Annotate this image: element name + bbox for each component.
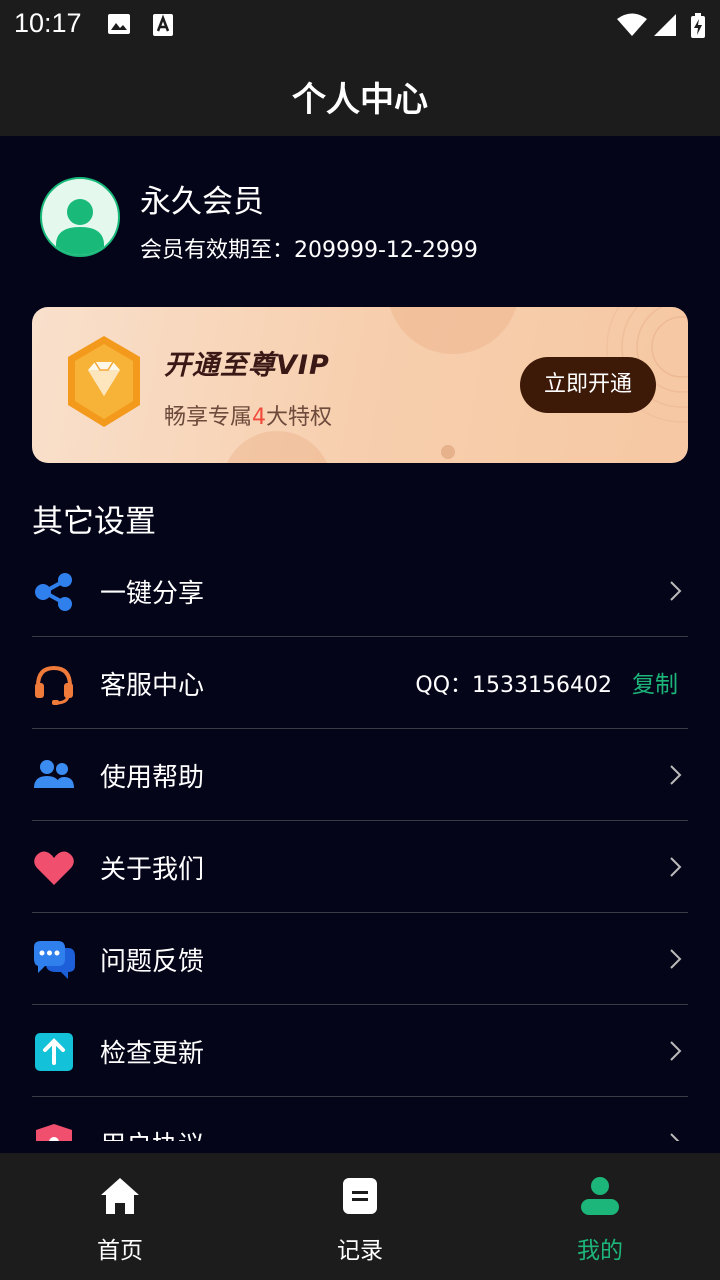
tab-label: 我的 bbox=[577, 1238, 623, 1264]
banner-decoration bbox=[222, 431, 332, 463]
tab-label: 首页 bbox=[97, 1238, 143, 1264]
menu-item-customer-service[interactable]: 客服中心 QQ：1533156402 复制 bbox=[32, 637, 688, 729]
avatar[interactable] bbox=[40, 177, 120, 257]
chevron-right-icon bbox=[670, 949, 682, 969]
tab-mine[interactable]: 我的 bbox=[480, 1153, 720, 1280]
menu-item-share[interactable]: 一键分享 bbox=[32, 545, 688, 637]
menu-item-update[interactable]: 检查更新 bbox=[32, 1005, 688, 1097]
menu-item-about[interactable]: 关于我们 bbox=[32, 821, 688, 913]
menu-label: 一键分享 bbox=[100, 579, 205, 609]
vip-subtitle: 畅享专属4大特权 bbox=[164, 399, 332, 431]
settings-menu: 一键分享 客服中心 QQ：1533156402 复制 使用帮助 关于我们 问题反… bbox=[32, 545, 688, 1141]
menu-label: 关于我们 bbox=[100, 855, 205, 885]
share-icon bbox=[35, 573, 72, 611]
status-time: 10:17 bbox=[14, 8, 82, 38]
chevron-right-icon bbox=[670, 1133, 680, 1141]
record-icon bbox=[343, 1178, 377, 1214]
menu-item-help[interactable]: 使用帮助 bbox=[32, 729, 688, 821]
heart-icon bbox=[34, 851, 74, 885]
menu-label: 用户协议 bbox=[100, 1125, 204, 1141]
bottom-tab-bar: 首页 记录 我的 bbox=[0, 1153, 720, 1280]
title-bar: 个人中心 bbox=[0, 50, 720, 136]
battery-icon bbox=[691, 13, 705, 38]
member-expiry: 会员有效期至：209999-12-2999 bbox=[140, 238, 478, 263]
menu-label: 问题反馈 bbox=[100, 947, 205, 977]
member-name: 永久会员 bbox=[140, 184, 264, 220]
open-vip-button[interactable]: 立即开通 bbox=[520, 357, 656, 413]
vip-subtitle-prefix: 畅享专属 bbox=[164, 405, 253, 430]
chevron-right-icon bbox=[670, 581, 682, 601]
menu-item-agreement[interactable]: 用户协议 bbox=[32, 1097, 688, 1141]
vip-subtitle-suffix: 大特权 bbox=[266, 405, 333, 430]
chevron-right-icon bbox=[670, 1041, 682, 1061]
a-notification-icon bbox=[153, 14, 173, 36]
users-icon bbox=[34, 760, 74, 788]
chevron-right-icon bbox=[670, 857, 682, 877]
user-icon bbox=[581, 1177, 619, 1215]
vip-subtitle-number: 4 bbox=[252, 405, 267, 430]
signal-icon bbox=[654, 14, 676, 36]
chat-icon bbox=[34, 941, 75, 979]
profile-section: 永久会员 会员有效期至：209999-12-2999 bbox=[0, 136, 720, 306]
copy-button[interactable]: 复制 bbox=[632, 665, 678, 699]
menu-label: 检查更新 bbox=[100, 1039, 205, 1069]
status-bar: 10:17 bbox=[0, 0, 720, 50]
qq-number: QQ：1533156402 bbox=[415, 673, 612, 698]
diamond-badge-icon bbox=[68, 336, 140, 427]
vip-title: 开通至尊VIP bbox=[164, 350, 330, 381]
avatar-user-icon bbox=[56, 199, 104, 255]
banner-decoration bbox=[441, 445, 455, 459]
tab-records[interactable]: 记录 bbox=[240, 1153, 480, 1280]
menu-item-feedback[interactable]: 问题反馈 bbox=[32, 913, 688, 1005]
tab-home[interactable]: 首页 bbox=[0, 1153, 240, 1280]
page-title: 个人中心 bbox=[292, 80, 428, 120]
headset-icon bbox=[35, 665, 73, 705]
wifi-icon bbox=[617, 13, 647, 36]
section-title: 其它设置 bbox=[32, 504, 156, 540]
banner-decoration bbox=[387, 307, 519, 354]
menu-label: 客服中心 bbox=[100, 671, 205, 701]
upload-icon bbox=[35, 1033, 73, 1071]
home-icon bbox=[101, 1178, 139, 1214]
chevron-right-icon bbox=[670, 765, 682, 785]
vip-banner[interactable]: 开通至尊VIP 畅享专属4大特权 立即开通 bbox=[32, 307, 688, 463]
tab-label: 记录 bbox=[337, 1238, 383, 1264]
menu-label: 使用帮助 bbox=[100, 763, 205, 793]
shield-icon bbox=[36, 1124, 72, 1141]
image-notification-icon bbox=[108, 14, 130, 34]
